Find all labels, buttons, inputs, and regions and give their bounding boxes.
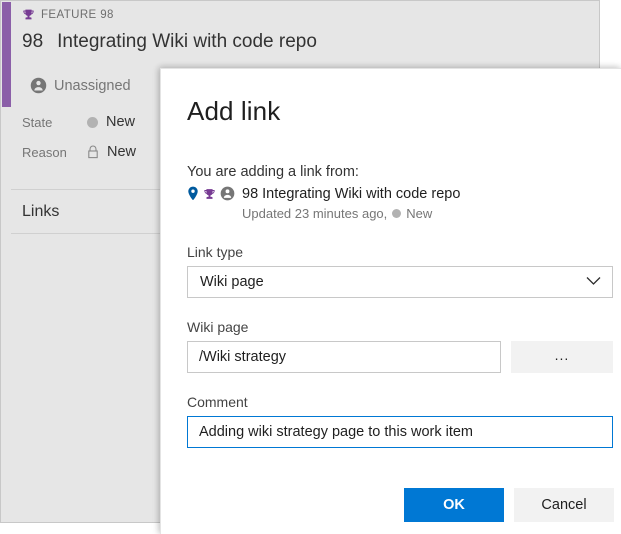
source-work-item: 98 Integrating Wiki with code repo Updat… [187,185,615,223]
screenshot-root: FEATURE 98 98 Integrating Wiki with code… [0,0,621,534]
state-circle-icon [392,209,402,218]
link-type-value: Wiki page [200,274,264,290]
work-item-id: 98 [22,31,44,52]
links-section-heading: Links [22,203,60,220]
wiki-page-browse-button[interactable]: ... [511,341,613,373]
dialog-title: Add link [187,96,281,126]
field-value-reason-text: New [107,144,137,160]
source-icon-group [187,185,235,201]
source-text-column: 98 Integrating Wiki with code repo Updat… [242,185,460,223]
source-state-text: New [406,206,433,221]
work-item-type-accent-bar [2,2,11,107]
source-work-item-title[interactable]: 98 Integrating Wiki with code repo [242,186,460,202]
wiki-page-label: Wiki page [187,319,249,335]
chevron-down-icon [586,276,601,286]
lock-icon [87,145,99,159]
comment-group: Comment [187,394,615,448]
assigned-to-row[interactable]: Unassigned [30,77,131,94]
work-item-title[interactable]: Integrating Wiki with code repo [57,31,317,53]
trophy-icon [203,187,216,201]
wiki-page-input-row: ... [187,341,615,373]
work-item-title-row: 98 Integrating Wiki with code repo [22,31,317,53]
link-type-label: Link type [187,244,244,260]
ok-button[interactable]: OK [404,488,504,522]
link-type-group: Link type Wiki page [187,244,615,298]
wiki-page-group: Wiki page ... [187,319,615,373]
comment-label: Comment [187,394,248,410]
field-value-reason[interactable]: New [87,144,136,160]
field-value-state[interactable]: New [87,114,135,130]
breadcrumb-label: FEATURE 98 [41,8,114,21]
add-link-dialog: Add link You are adding a link from: 98 … [160,68,621,534]
breadcrumb[interactable]: FEATURE 98 [22,8,114,21]
cancel-button[interactable]: Cancel [514,488,614,522]
dialog-body: You are adding a link from: 98 Integrati… [187,164,615,448]
wiki-page-input[interactable] [187,341,501,373]
state-circle-icon [87,116,98,128]
person-badge-icon [30,77,47,94]
assigned-to-label: Unassigned [54,77,131,94]
field-label-reason: Reason [22,144,67,160]
location-pin-icon [187,186,199,201]
person-badge-icon [220,186,235,201]
source-updated-text: Updated 23 minutes ago, [242,206,388,221]
comment-input[interactable] [187,416,613,448]
source-work-item-meta: Updated 23 minutes ago, New [242,204,460,223]
dialog-footer: OK Cancel [404,488,614,522]
link-type-select[interactable]: Wiki page [187,266,613,298]
adding-from-label: You are adding a link from: [187,164,359,180]
field-value-state-text: New [106,114,136,130]
trophy-icon [22,8,35,21]
field-label-state: State [22,114,53,130]
